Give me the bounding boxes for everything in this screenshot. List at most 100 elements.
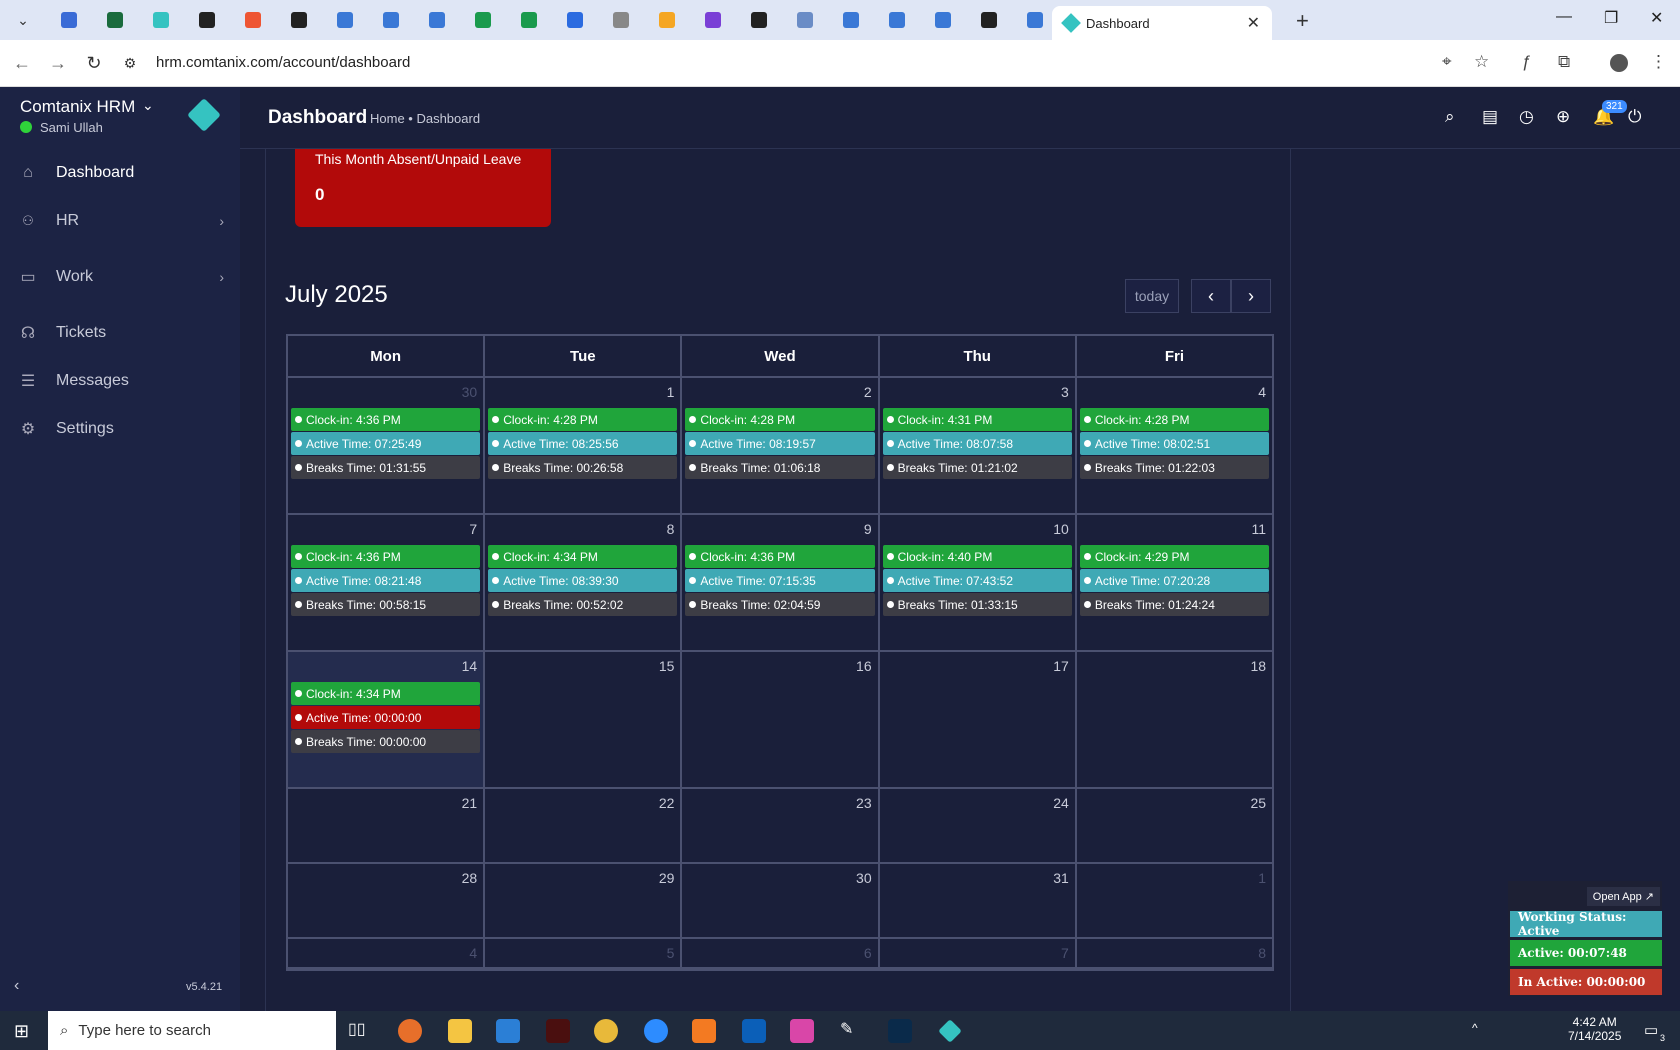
hrm-app-icon[interactable]: [938, 1019, 962, 1043]
url-field[interactable]: hrm.comtanix.com/account/dashboard: [156, 54, 410, 71]
calendar-day-cell[interactable]: 28: [288, 864, 486, 937]
browser-tab[interactable]: [828, 0, 874, 40]
vscode-icon[interactable]: [496, 1019, 520, 1043]
calendar-day-cell[interactable]: 8 Clock-in: 4:34 PM Active Time: 08:39:30 B…: [485, 515, 683, 650]
sidebar-item-settings[interactable]: ⚙ Settings: [0, 409, 240, 449]
calendar-day-cell[interactable]: 31: [880, 864, 1077, 937]
calendar-day-cell[interactable]: 4: [288, 939, 486, 967]
extension-f-icon[interactable]: ƒ: [1522, 52, 1531, 72]
browser-tab[interactable]: [138, 0, 184, 40]
browser-tab[interactable]: [322, 0, 368, 40]
open-app-button[interactable]: Open App ↗: [1586, 887, 1660, 906]
calendar-day-cell[interactable]: 23: [682, 789, 880, 862]
browser-tab[interactable]: [368, 0, 414, 40]
calendar-day-cell[interactable]: 4 Clock-in: 4:28 PM Active Time: 08:02:51 B…: [1077, 378, 1272, 513]
sidebar-item-messages[interactable]: ☰ Messages: [0, 361, 240, 401]
browser-tab[interactable]: [644, 0, 690, 40]
calendar-day-cell[interactable]: 21: [288, 789, 486, 862]
clock-in-event[interactable]: Clock-in: 4:34 PM: [488, 545, 678, 568]
breaks-time-event[interactable]: Breaks Time: 01:21:02: [882, 456, 1072, 479]
calendar-day-cell[interactable]: 11 Clock-in: 4:29 PM Active Time: 07:20:28…: [1077, 515, 1272, 650]
breadcrumb[interactable]: Home • Dashboard: [370, 111, 480, 126]
clock-in-event[interactable]: Clock-in: 4:34 PM: [291, 682, 481, 705]
calendar-day-cell[interactable]: 25: [1077, 789, 1272, 862]
calendar-day-cell[interactable]: 7 Clock-in: 4:36 PM Active Time: 08:21:48 B…: [288, 515, 486, 650]
browser-tab[interactable]: [92, 0, 138, 40]
browser-tab[interactable]: [598, 0, 644, 40]
clock-in-event[interactable]: Clock-in: 4:36 PM: [291, 545, 481, 568]
prev-month-button[interactable]: ‹: [1191, 279, 1231, 313]
calendar-day-cell[interactable]: 22: [485, 789, 683, 862]
calendar-day-cell[interactable]: 1 Clock-in: 4:28 PM Active Time: 08:25:56 B…: [485, 378, 683, 513]
calendar-day-cell[interactable]: 7: [880, 939, 1077, 967]
browser-tab[interactable]: [552, 0, 598, 40]
calendar-day-cell[interactable]: 10 Clock-in: 4:40 PM Active Time: 07:43:52…: [880, 515, 1077, 650]
browser-tab[interactable]: [920, 0, 966, 40]
calendar-day-cell[interactable]: 16: [682, 652, 880, 787]
breaks-time-event[interactable]: Breaks Time: 01:24:24: [1079, 593, 1270, 616]
calendar-day-cell[interactable]: 15: [485, 652, 683, 787]
file-explorer-icon[interactable]: [448, 1019, 472, 1043]
breaks-time-event[interactable]: Breaks Time: 01:22:03: [1079, 456, 1270, 479]
sidebar-item-work[interactable]: ▭ Work ›: [0, 257, 240, 297]
active-time-event[interactable]: Active Time: 08:07:58: [882, 432, 1072, 455]
calendar-day-cell[interactable]: 5: [485, 939, 683, 967]
restore-button[interactable]: ❐: [1604, 8, 1618, 28]
active-time-event[interactable]: Active Time: 08:21:48: [291, 569, 481, 592]
power-icon[interactable]: ⏻: [1628, 107, 1641, 127]
back-button[interactable]: ←: [4, 53, 40, 74]
browser-tab[interactable]: [690, 0, 736, 40]
clock-in-event[interactable]: Clock-in: 4:40 PM: [882, 545, 1072, 568]
calendar-day-cell[interactable]: 30 Clock-in: 4:36 PM Active Time: 07:25:49…: [288, 378, 486, 513]
collapse-sidebar-icon[interactable]: ‹: [14, 977, 19, 995]
creative-cloud-icon[interactable]: [790, 1019, 814, 1043]
zoom-icon[interactable]: [644, 1019, 668, 1043]
breaks-time-event[interactable]: Breaks Time: 01:33:15: [882, 593, 1072, 616]
taskbar-clock[interactable]: 4:42 AM 7/14/2025: [1568, 1015, 1621, 1043]
breaks-time-event[interactable]: Breaks Time: 00:58:15: [291, 593, 481, 616]
pen-tool-icon[interactable]: ✎: [840, 1019, 864, 1043]
calendar-day-cell[interactable]: 6: [682, 939, 880, 967]
calendar-day-cell[interactable]: 14 Clock-in: 4:34 PM Active Time: 00:00:00…: [288, 652, 486, 787]
calendar-day-cell[interactable]: 29: [485, 864, 683, 937]
calendar-day-cell[interactable]: 3 Clock-in: 4:31 PM Active Time: 08:07:58 B…: [880, 378, 1077, 513]
browser-tab[interactable]: [414, 0, 460, 40]
browser-tab[interactable]: [966, 0, 1012, 40]
close-window-button[interactable]: ✕: [1650, 8, 1663, 28]
clock-in-event[interactable]: Clock-in: 4:36 PM: [291, 408, 481, 431]
calendar-day-cell[interactable]: 18: [1077, 652, 1272, 787]
breaks-time-event[interactable]: Breaks Time: 00:52:02: [488, 593, 678, 616]
browser-tab[interactable]: [782, 0, 828, 40]
clock-icon[interactable]: ◷: [1519, 107, 1534, 127]
calendar-day-cell[interactable]: 9 Clock-in: 4:36 PM Active Time: 07:15:35 B…: [682, 515, 880, 650]
browser-menu-icon[interactable]: ⋮: [1650, 52, 1667, 72]
notes-icon[interactable]: ▤: [1482, 107, 1498, 127]
clock-in-event[interactable]: Clock-in: 4:28 PM: [488, 408, 678, 431]
browser-tab[interactable]: [460, 0, 506, 40]
clock-in-event[interactable]: Clock-in: 4:28 PM: [1079, 408, 1270, 431]
outlook-icon[interactable]: [742, 1019, 766, 1043]
search-icon[interactable]: ⌕: [1445, 107, 1455, 127]
breaks-time-event[interactable]: Breaks Time: 01:31:55: [291, 456, 481, 479]
browser-tab[interactable]: [184, 0, 230, 40]
calendar-day-cell[interactable]: 1: [1077, 864, 1272, 937]
photoshop-icon[interactable]: [888, 1019, 912, 1043]
site-info-icon[interactable]: ⚙: [112, 55, 148, 72]
active-time-event[interactable]: Active Time: 08:02:51: [1079, 432, 1270, 455]
browser-tab[interactable]: [506, 0, 552, 40]
active-time-event[interactable]: Active Time: 07:20:28: [1079, 569, 1270, 592]
illustrator-icon[interactable]: [546, 1019, 570, 1043]
task-view-icon[interactable]: ▯▯: [348, 1019, 372, 1043]
action-center-icon[interactable]: ▭: [1644, 1021, 1658, 1039]
active-time-event[interactable]: Active Time: 08:39:30: [488, 569, 678, 592]
tab-search-button[interactable]: ⌄: [0, 0, 46, 40]
taskbar-search[interactable]: ⌕ Type here to search: [48, 1011, 336, 1050]
sidebar-item-hr[interactable]: ⚇ HR ›: [0, 201, 240, 241]
profile-avatar[interactable]: [1610, 54, 1628, 72]
sidebar-item-tickets[interactable]: ☊ Tickets: [0, 313, 240, 353]
clock-in-event[interactable]: Clock-in: 4:36 PM: [685, 545, 875, 568]
clock-in-event[interactable]: Clock-in: 4:31 PM: [882, 408, 1072, 431]
today-button[interactable]: today: [1125, 279, 1179, 313]
active-time-event[interactable]: Active Time: 07:15:35: [685, 569, 875, 592]
bookmark-star-icon[interactable]: ☆: [1474, 52, 1489, 72]
